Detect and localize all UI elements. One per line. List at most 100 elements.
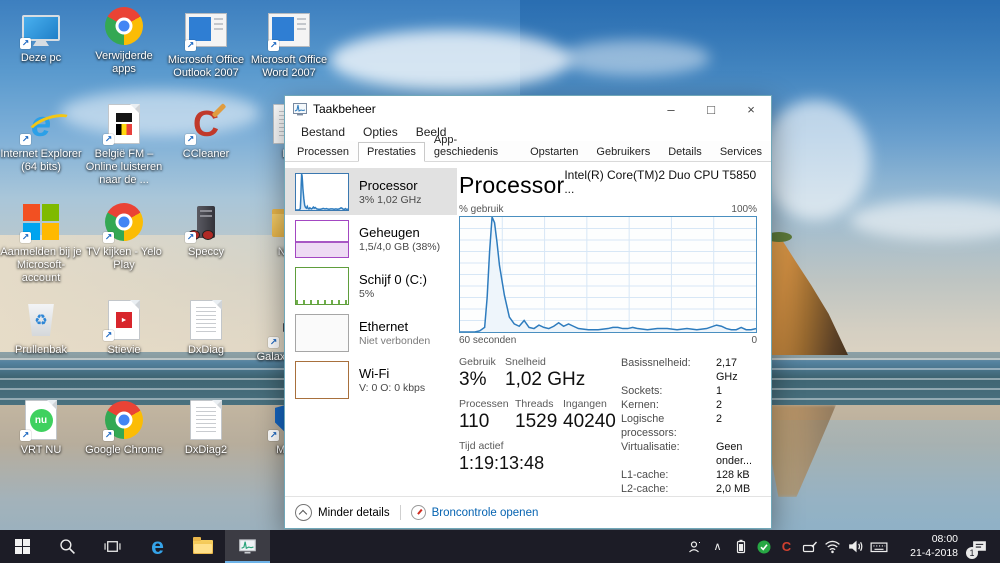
tablet-pen-button[interactable] (798, 530, 821, 563)
desktop-icon-stievie[interactable]: ► ↗ Stievie (83, 298, 165, 357)
stat-value: 1529 (515, 411, 563, 433)
desktop-icon-deze-pc[interactable]: ↗ Deze pc (0, 6, 82, 65)
task-manager-window: Taakbeheer – □ × Bestand Opties Beeld Pr… (284, 95, 772, 529)
sidebar-item-value: Niet verbonden (359, 335, 430, 347)
desktop-icon-microsoft-account[interactable]: ↗ Aanmelden bij je Microsoft-account (0, 200, 82, 285)
document-icon (190, 300, 222, 340)
shortcut-arrow-icon: ↗ (185, 40, 196, 51)
panel-title: Processor (459, 172, 564, 199)
chrome-icon (105, 7, 143, 45)
menu-opties[interactable]: Opties (354, 125, 407, 139)
desktop-icon-label: Speccy (165, 246, 247, 259)
desktop-icon-dxdiag[interactable]: DxDiag (165, 298, 247, 357)
notification-badge: 1 (966, 547, 978, 559)
taskbar: e ∧ (0, 530, 1000, 563)
tab-details[interactable]: Details (659, 143, 711, 162)
start-button[interactable] (0, 530, 45, 563)
desktop-icon-label: DxDiag (165, 344, 247, 357)
desktop-icon-speccy[interactable]: ↗ Speccy (165, 200, 247, 259)
window-title: Taakbeheer (313, 102, 376, 116)
task-view-button[interactable] (90, 530, 135, 563)
tab-strip: Processen Prestaties App-geschiedenis Op… (285, 141, 771, 162)
sidebar-item-geheugen[interactable]: Geheugen 1,5/4,0 GB (38%) (285, 215, 457, 262)
clock-time: 08:00 (894, 533, 958, 546)
battery-button[interactable] (729, 530, 752, 563)
resource-monitor-icon (411, 505, 426, 520)
desktop-icon-yelo-play[interactable]: ↗ TV kijken - Yelo Play (83, 200, 165, 272)
sidebar-item-wifi[interactable]: Wi-Fi V: 0 O: 0 kbps (285, 356, 457, 403)
file-explorer-button[interactable] (180, 530, 225, 563)
task-manager-icon (238, 537, 257, 556)
desktop-icon-label: Microsoft Office Word 2007 (248, 54, 330, 80)
tab-app-geschiedenis[interactable]: App-geschiedenis (425, 131, 521, 162)
wifi-mini-chart (295, 361, 349, 399)
menu-bestand[interactable]: Bestand (292, 125, 354, 139)
desktop-icon-belgie-fm[interactable]: ↗ België FM – Online luisteren naar de .… (83, 102, 165, 187)
desktop-icon-outlook-2007[interactable]: ↗ Microsoft Office Outlook 2007 (165, 8, 247, 80)
desktop-icon-ccleaner[interactable]: C ↗ CCleaner (165, 102, 247, 161)
show-hidden-icons-button[interactable]: ∧ (706, 530, 729, 563)
broncontrole-openen-link[interactable]: Broncontrole openen (432, 507, 539, 519)
shortcut-arrow-icon: ↗ (268, 337, 279, 348)
stat-label: Snelheid (505, 356, 585, 368)
desktop-icon-label: TV kijken - Yelo Play (83, 246, 165, 272)
sidebar-item-processor[interactable]: Processor 3% 1,02 GHz (285, 168, 457, 215)
detail-value: 2 (716, 398, 722, 412)
task-manager-taskbar-button[interactable] (225, 530, 270, 563)
tab-gebruikers[interactable]: Gebruikers (587, 143, 659, 162)
desktop-icon-prullenbak[interactable]: ♻ Prullenbak (0, 298, 82, 357)
computer-stand (33, 41, 49, 46)
security-check-icon (756, 539, 772, 555)
sidebar-item-value: V: 0 O: 0 kbps (359, 382, 425, 394)
action-center-button[interactable]: 1 (962, 530, 996, 563)
desktop-icon-google-chrome[interactable]: ↗ Google Chrome (83, 398, 165, 457)
shortcut-arrow-icon: ↗ (103, 232, 114, 243)
detail-label: L2-cache: (621, 482, 716, 496)
taskbar-clock[interactable]: 08:00 21-4-2018 (890, 533, 962, 559)
desktop-icon-label: Google Chrome (83, 444, 165, 457)
cpu-usage-chart (459, 216, 757, 333)
maximize-button[interactable]: □ (691, 96, 731, 122)
sidebar-item-ethernet[interactable]: Ethernet Niet verbonden (285, 309, 457, 356)
stat-value: 110 (459, 411, 515, 433)
cloud (760, 100, 870, 220)
title-bar[interactable]: Taakbeheer – □ × (285, 96, 771, 122)
sidebar-item-schijf[interactable]: Schijf 0 (C:) 5% (285, 262, 457, 309)
shortcut-arrow-icon: ↗ (20, 430, 31, 441)
search-button[interactable] (45, 530, 90, 563)
tab-processen[interactable]: Processen (288, 143, 358, 162)
detail-label: Virtualisatie: (621, 440, 716, 468)
desktop-icon-word-2007[interactable]: ↗ Microsoft Office Word 2007 (248, 8, 330, 80)
stat-value: 40240 (563, 411, 616, 433)
desktop-icon-label: Internet Explorer (64 bits) (0, 148, 82, 174)
minimize-button[interactable]: – (651, 96, 691, 122)
desktop-icon-internet-explorer[interactable]: e ↗ Internet Explorer (64 bits) (0, 102, 82, 174)
desktop-icon-label: Verwijderde apps (83, 50, 165, 76)
ccleaner-tray-button[interactable]: C (775, 530, 798, 563)
sidebar-item-name: Ethernet (359, 319, 430, 334)
tab-services[interactable]: Services (711, 143, 771, 162)
tab-opstarten[interactable]: Opstarten (521, 143, 587, 162)
close-button[interactable]: × (731, 96, 771, 122)
clock-date: 21-4-2018 (894, 547, 958, 560)
people-button[interactable] (683, 530, 706, 563)
touch-keyboard-button[interactable] (867, 530, 890, 563)
tab-prestaties[interactable]: Prestaties (358, 142, 425, 162)
performance-main-panel: Processor Intel(R) Core(TM)2 Duo CPU T58… (457, 162, 771, 496)
sidebar-item-name: Processor (359, 178, 421, 193)
security-status-button[interactable] (752, 530, 775, 563)
shortcut-arrow-icon: ↗ (103, 134, 114, 145)
stat-value: 1,02 GHz (505, 369, 585, 391)
desktop-icon-verwijderde-apps[interactable]: Verwijderde apps (83, 4, 165, 76)
volume-button[interactable] (844, 530, 867, 563)
keyboard-icon (870, 538, 888, 556)
stat-value: 3% (459, 369, 505, 391)
minder-details-button[interactable]: Minder details (318, 507, 390, 519)
desktop-icon-vrt-nu[interactable]: nu ↗ VRT NU (0, 398, 82, 457)
wifi-button[interactable] (821, 530, 844, 563)
desktop-icon-label: Prullenbak (0, 344, 82, 357)
task-view-icon (104, 538, 121, 555)
document-icon (190, 400, 222, 440)
edge-button[interactable]: e (135, 530, 180, 563)
desktop-icon-dxdiag2[interactable]: DxDiag2 (165, 398, 247, 457)
